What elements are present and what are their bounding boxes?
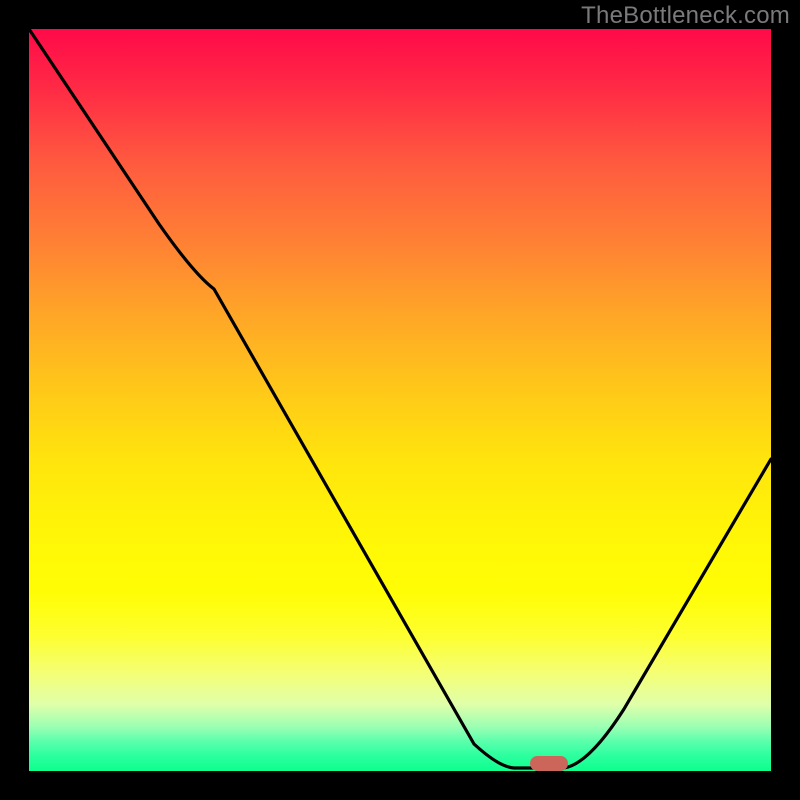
chart-frame: TheBottleneck.com [0,0,800,800]
optimal-marker [530,756,568,771]
watermark-text: TheBottleneck.com [581,2,790,30]
curve-path [29,29,771,768]
plot-area [29,29,771,771]
bottleneck-curve [29,29,771,771]
